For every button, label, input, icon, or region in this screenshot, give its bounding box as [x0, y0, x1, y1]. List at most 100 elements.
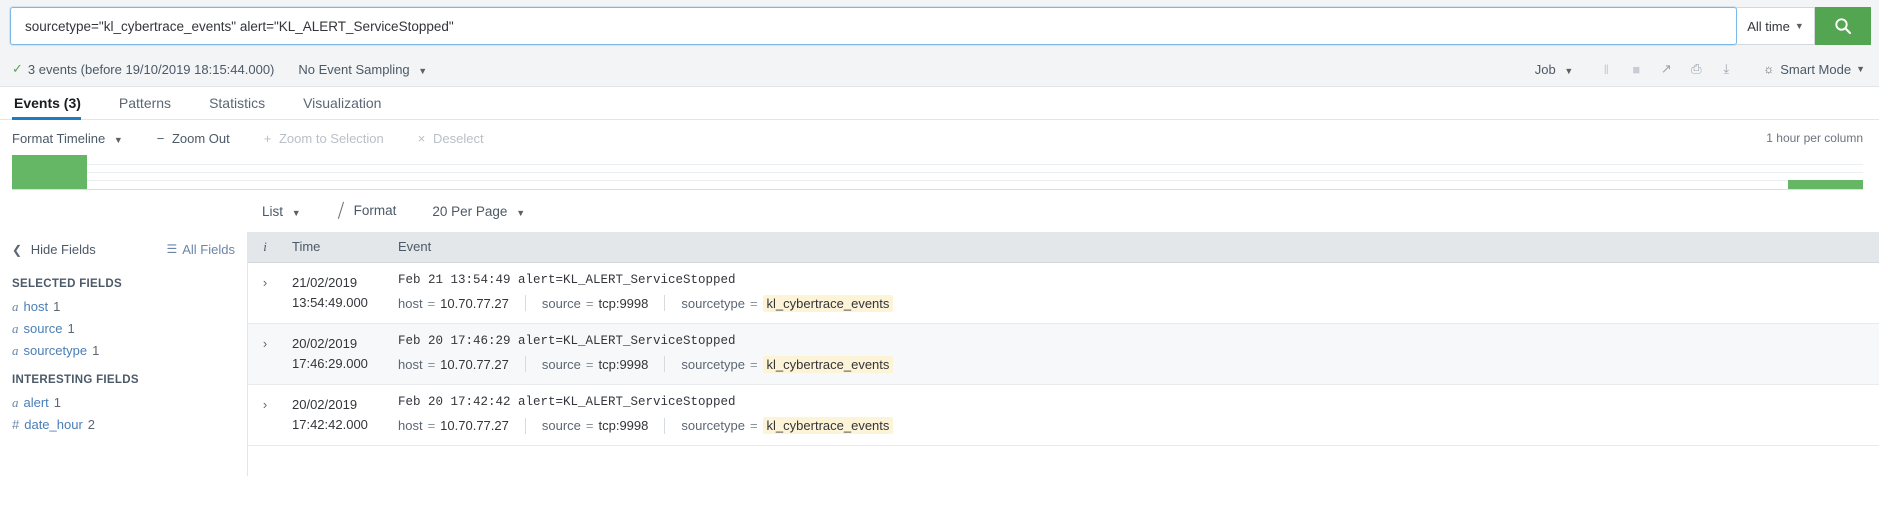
job-dropdown[interactable]: Job ▼: [1535, 62, 1574, 77]
divider: [524, 417, 526, 434]
event-time: 17:42:42.000: [292, 417, 368, 433]
field-value: kl_cybertrace_events: [762, 417, 894, 435]
selected-fields-title: SELECTED FIELDS: [12, 278, 122, 290]
time-range-picker[interactable]: All time ▼: [1737, 7, 1815, 45]
table-row[interactable]: › 20/02/2019 17:46:29.000 Feb 20 17:46:2…: [248, 323, 1879, 385]
events-count-label: 3 events (before 19/10/2019 18:15:44.000…: [27, 61, 275, 77]
event-field-host[interactable]: host = 10.70.77.27: [398, 357, 509, 372]
minus-icon: −: [156, 130, 165, 146]
equals-sign: =: [585, 295, 594, 311]
format-results-button[interactable]: ╱ Format: [335, 202, 396, 219]
sidebar-field-sourcetype[interactable]: a sourcetype 1: [0, 340, 247, 362]
field-key: sourcetype: [681, 356, 745, 372]
timeline-bar[interactable]: [1788, 180, 1863, 189]
search-input[interactable]: [23, 17, 1724, 35]
content-area: ❮ Hide Fields ☰ All Fields SELECTED FIEL…: [0, 232, 1879, 476]
field-count: 1: [53, 395, 62, 410]
stop-icon[interactable]: ■: [1623, 56, 1649, 82]
hide-fields-label: Hide Fields: [30, 241, 96, 257]
per-page-dropdown[interactable]: 20 Per Page ▼: [432, 204, 525, 219]
expand-row-icon[interactable]: ›: [248, 262, 282, 323]
field-type-icon: a: [12, 321, 19, 336]
export-icon[interactable]: ⤓: [1713, 56, 1739, 82]
event-field-source[interactable]: source = tcp:9998: [542, 296, 649, 311]
event-sampling-dropdown[interactable]: No Event Sampling ▼: [298, 62, 427, 77]
format-timeline-dropdown[interactable]: Format Timeline ▼: [12, 131, 123, 146]
sidebar-field-host[interactable]: a host 1: [0, 296, 247, 318]
all-fields-button[interactable]: ☰ All Fields: [166, 242, 235, 257]
zoom-to-selection-label: Zoom to Selection: [278, 130, 384, 146]
field-type-icon: a: [12, 395, 19, 410]
chevron-down-icon: ▼: [1564, 65, 1574, 76]
field-value: 10.70.77.27: [440, 418, 509, 434]
pencil-icon: ╱: [335, 202, 346, 219]
event-field-sourcetype[interactable]: sourcetype = kl_cybertrace_events: [681, 294, 894, 312]
field-count: 1: [92, 343, 100, 358]
equals-sign: =: [749, 418, 758, 434]
results-view-dropdown[interactable]: List ▼: [262, 204, 301, 219]
field-key: source: [541, 418, 581, 434]
column-header-event: Event: [388, 232, 1879, 263]
results-tabs: Events (3) Patterns Statistics Visualiza…: [0, 87, 1879, 120]
table-row[interactable]: › 20/02/2019 17:42:42.000 Feb 20 17:42:4…: [248, 385, 1879, 446]
event-field-sourcetype[interactable]: sourcetype = kl_cybertrace_events: [681, 355, 894, 373]
chevron-down-icon: ▼: [291, 207, 301, 218]
event-field-host[interactable]: host = 10.70.77.27: [398, 296, 509, 311]
zoom-out-button[interactable]: − Zoom Out: [157, 131, 230, 146]
chevron-left-icon: ❮: [12, 242, 23, 257]
search-mode-dropdown[interactable]: ☼ Smart Mode ▼: [1763, 62, 1865, 77]
expand-row-icon[interactable]: ›: [248, 323, 282, 384]
pause-icon[interactable]: ‖: [1593, 56, 1619, 82]
timeline-bar[interactable]: [12, 155, 87, 189]
timeline-chart[interactable]: [12, 155, 1863, 190]
field-value: kl_cybertrace_events: [762, 294, 894, 312]
field-key: host: [398, 295, 423, 311]
field-key: sourcetype: [681, 295, 745, 311]
sidebar-field-alert[interactable]: a alert 1: [0, 392, 247, 414]
event-field-source[interactable]: source = tcp:9998: [542, 357, 649, 372]
field-count: 2: [87, 417, 96, 432]
print-icon[interactable]: ⎙: [1683, 56, 1709, 82]
search-query-field[interactable]: [10, 7, 1737, 45]
chevron-down-icon: ▼: [113, 134, 123, 145]
plus-icon: +: [263, 130, 272, 146]
share-icon[interactable]: ↗: [1653, 56, 1679, 82]
divider: [664, 295, 666, 311]
search-submit-button[interactable]: [1815, 7, 1871, 45]
field-name: alert: [23, 395, 49, 410]
job-label: Job: [1534, 61, 1556, 77]
results-view-label: List: [262, 203, 284, 219]
interesting-fields-title: INTERESTING FIELDS: [12, 374, 139, 386]
search-mode-label: Smart Mode: [1780, 61, 1852, 77]
table-row[interactable]: › 21/02/2019 13:54:49.000 Feb 21 13:54:4…: [248, 262, 1879, 324]
event-body: Feb 20 17:46:29 alert=KL_ALERT_ServiceSt…: [388, 323, 1879, 384]
hide-fields-button[interactable]: ❮ Hide Fields: [12, 242, 96, 257]
events-table: i Time Event › 21/02/2019 13:54:49.000 F…: [248, 232, 1879, 446]
tab-patterns-label: Patterns: [118, 95, 172, 111]
tab-patterns[interactable]: Patterns: [117, 95, 185, 119]
events-results: i Time Event › 21/02/2019 13:54:49.000 F…: [248, 232, 1879, 476]
tab-visualization[interactable]: Visualization: [301, 95, 395, 119]
sidebar-field-date-hour[interactable]: # date_hour 2: [0, 414, 247, 435]
event-body: Feb 21 13:54:49 alert=KL_ALERT_ServiceSt…: [388, 262, 1879, 323]
field-type-icon: a: [12, 299, 19, 314]
zoom-to-selection-button[interactable]: + Zoom to Selection: [264, 131, 384, 146]
expand-row-icon[interactable]: ›: [248, 385, 282, 446]
deselect-button[interactable]: × Deselect: [418, 131, 484, 146]
field-value: tcp:9998: [598, 418, 649, 434]
tab-events[interactable]: Events (3): [12, 95, 95, 120]
field-name: host: [23, 299, 49, 314]
field-name: date_hour: [24, 417, 83, 432]
event-field-sourcetype[interactable]: sourcetype = kl_cybertrace_events: [681, 417, 894, 435]
event-fields: host = 10.70.77.27 source = tcp:9998 sourcet…: [398, 417, 1869, 435]
gridline: [12, 164, 1863, 165]
equals-sign: =: [749, 295, 758, 311]
event-field-host[interactable]: host = 10.70.77.27: [398, 418, 509, 433]
event-sampling-label: No Event Sampling: [298, 61, 410, 77]
event-field-source[interactable]: source = tcp:9998: [542, 418, 649, 433]
tab-statistics[interactable]: Statistics: [207, 95, 279, 119]
tab-statistics-label: Statistics: [209, 95, 266, 111]
sidebar-field-source[interactable]: a source 1: [0, 318, 247, 340]
field-key: sourcetype: [681, 418, 745, 434]
event-timestamp: 20/02/2019 17:46:29.000: [282, 323, 388, 384]
